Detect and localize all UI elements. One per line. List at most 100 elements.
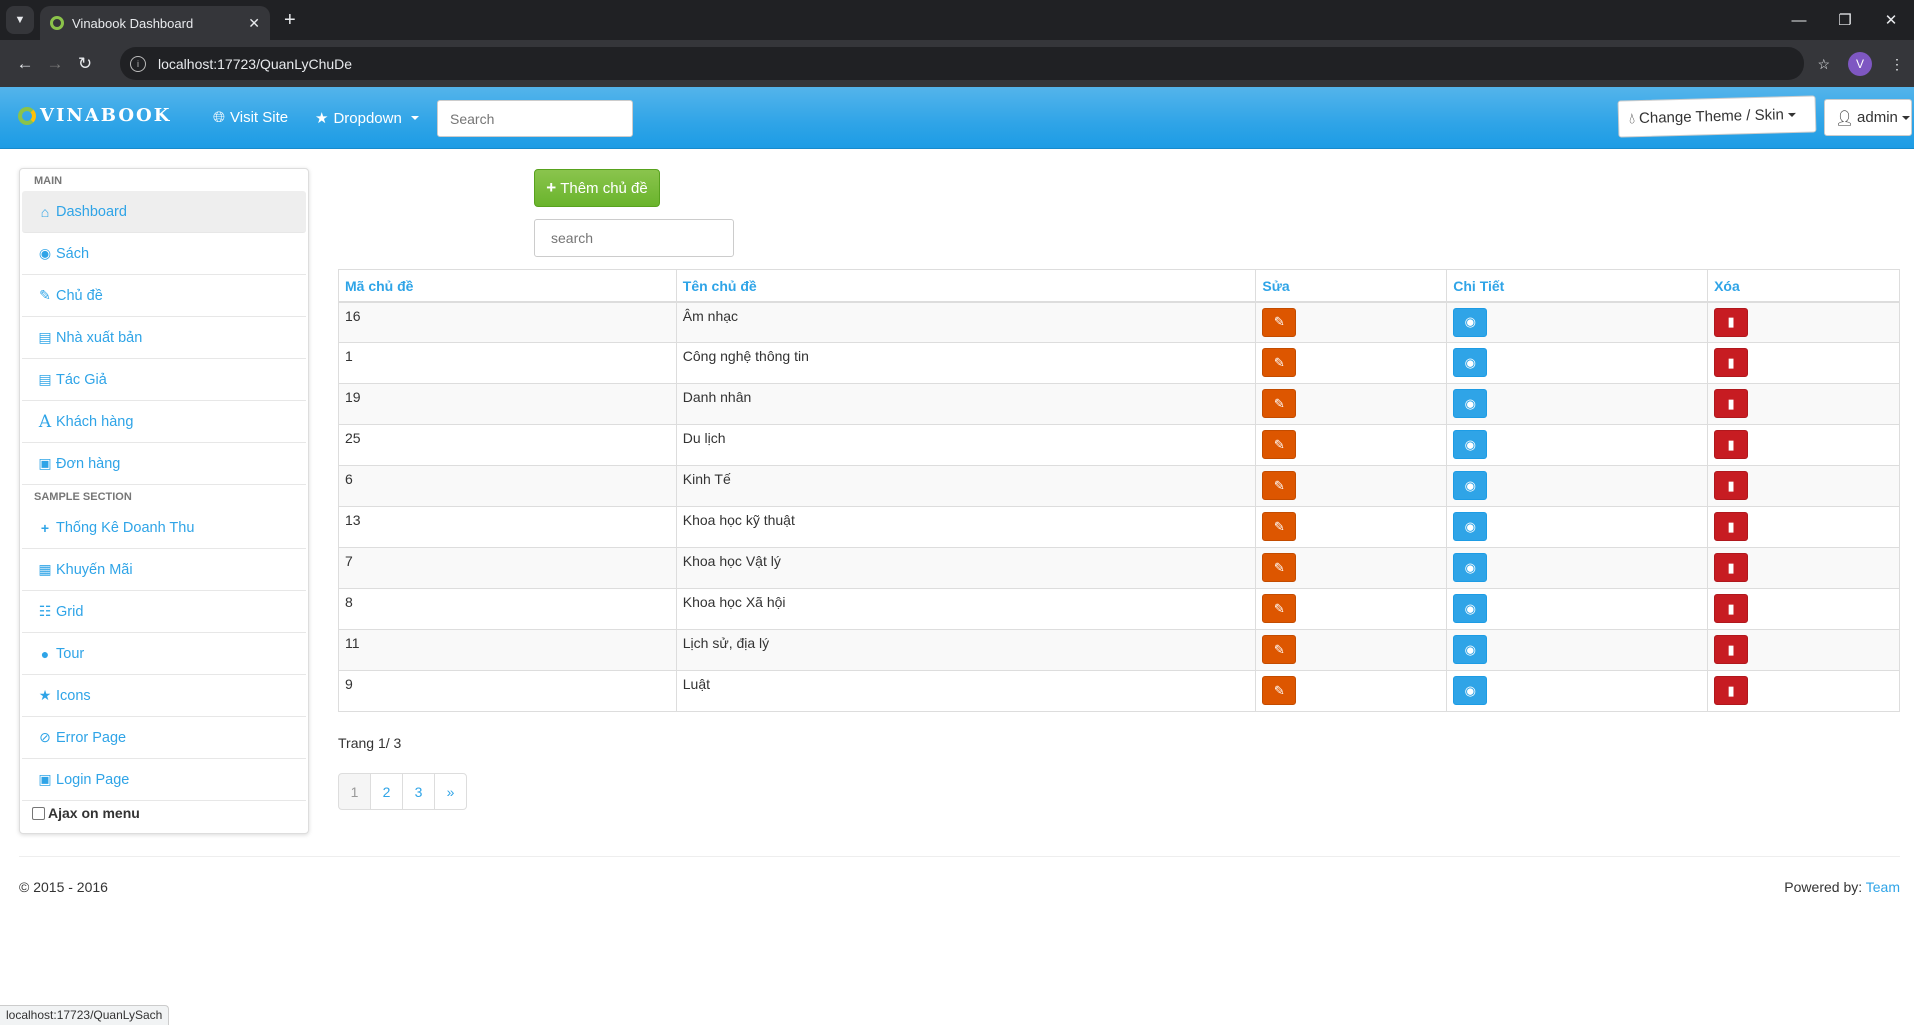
sidebar-item-khach-hang[interactable]: A Khách hàng [22,401,306,443]
add-topic-button[interactable]: + Thêm chủ đề [534,169,660,207]
delete-button[interactable]: ▮ [1714,307,1749,337]
cell-delete: ▮ [1707,547,1900,589]
browser-tab[interactable]: Vinabook Dashboard ✕ [40,6,270,40]
sidebar-item-icons[interactable]: ★ Icons [22,675,306,717]
cell-edit: ✎ [1255,465,1448,507]
delete-button[interactable]: ▮ [1714,471,1749,500]
page-link-next[interactable]: » [434,773,467,810]
cell-name: Du lịch [675,424,1257,466]
browser-menu-icon[interactable]: ⋮ [1890,56,1904,73]
delete-button[interactable]: ▮ [1714,676,1749,705]
forward-icon[interactable]: → [40,54,70,74]
delete-button[interactable]: ▮ [1714,635,1749,664]
bookmark-star-icon[interactable]: ☆ [1817,56,1830,73]
edit-button[interactable]: ✎ [1262,430,1297,459]
eye-icon: ◉ [38,245,52,261]
edit-button[interactable]: ✎ [1262,553,1297,582]
sidebar-item-tac-gia[interactable]: ▤ Tác Giả [22,359,306,401]
ajax-menu-toggle[interactable]: Ajax on menu [20,801,308,825]
col-header-detail: Chi Tiết [1446,269,1709,303]
delete-button[interactable]: ▮ [1714,348,1749,377]
site-info-icon[interactable]: i [130,55,146,72]
sidebar-item-label: Thống Kê Doanh Thu [56,519,195,536]
browser-status-bar: localhost:17723/QuanLySach [0,1005,170,1025]
ajax-checkbox[interactable] [32,806,45,820]
tab-search-button[interactable]: ▼ [6,6,34,34]
view-details-button[interactable]: ◉ [1453,348,1488,377]
sidebar-item-khuyen-mai[interactable]: ▦ Khuyến Mãi [22,549,306,591]
pencil-icon: ✎ [1273,682,1285,698]
back-icon[interactable]: ← [10,54,40,74]
sidebar-item-thong-ke[interactable]: + Thống Kê Doanh Thu [22,507,306,549]
globe-icon: 🌐︎ [213,109,226,126]
page-link-2[interactable]: 2 [370,773,403,810]
sidebar-header-sample: SAMPLE SECTION [34,491,132,503]
view-details-button[interactable]: ◉ [1453,389,1488,418]
brand-logo[interactable]: VINABOOK [18,105,171,126]
sidebar-item-grid[interactable]: ☷ Grid [22,591,306,633]
reload-icon[interactable]: ↻ [70,54,100,74]
sidebar-item-nha-xuat-ban[interactable]: ▤ Nhà xuất bản [22,317,306,359]
delete-button[interactable]: ▮ [1714,594,1749,623]
delete-button[interactable]: ▮ [1714,553,1749,582]
trash-icon: ▮ [1727,314,1735,329]
edit-button[interactable]: ✎ [1262,471,1297,500]
edit-button[interactable]: ✎ [1262,512,1297,541]
dropdown-menu[interactable]: ★ Dropdown [315,109,419,127]
restore-icon[interactable]: ❐ [1822,0,1868,40]
sidebar-item-login-page[interactable]: ▣ Login Page [22,759,306,801]
delete-button[interactable]: ▮ [1714,512,1749,541]
navbar-search-input[interactable] [437,100,633,137]
eye-icon: ◉ [1464,436,1476,452]
col-header-name[interactable]: Tên chủ đề [675,269,1257,303]
view-details-button[interactable]: ◉ [1453,635,1488,664]
team-link[interactable]: Team [1866,879,1900,895]
cell-detail: ◉ [1446,424,1709,466]
view-details-button[interactable]: ◉ [1453,553,1488,582]
eye-icon: ◉ [1464,477,1476,493]
visit-site-label: Visit Site [230,109,289,126]
delete-button[interactable]: ▮ [1714,389,1749,418]
col-header-id[interactable]: Mã chủ đề [338,269,677,303]
cell-edit: ✎ [1255,383,1448,425]
edit-button[interactable]: ✎ [1262,348,1297,377]
sidebar-item-tour[interactable]: ● Tour [22,633,306,675]
sidebar-item-chu-de[interactable]: ✎ Chủ đề [22,275,306,317]
view-details-button[interactable]: ◉ [1453,430,1488,459]
url-input[interactable]: i localhost:17723/QuanLyChuDe [120,47,1804,80]
profile-avatar[interactable]: V [1848,52,1872,76]
favicon-icon [50,16,64,30]
page-link-3[interactable]: 3 [402,773,435,810]
edit-button[interactable]: ✎ [1262,389,1297,418]
trash-icon: ▮ [1727,559,1735,575]
page-link-1[interactable]: 1 [338,773,371,810]
new-tab-icon[interactable]: + [284,9,296,32]
user-label: admin [1857,109,1898,126]
change-theme-button[interactable]: 💧︎ Change Theme / Skin [1617,95,1817,138]
cell-name: Kinh Tế [675,465,1257,507]
sidebar-item-don-hang[interactable]: ▣ Đơn hàng [22,443,306,485]
tab-close-icon[interactable]: ✕ [248,15,260,32]
table-search-input[interactable] [534,219,734,257]
cell-delete: ▮ [1707,465,1900,507]
sidebar-item-dashboard[interactable]: ⌂ Dashboard [22,191,306,233]
sidebar-item-error-page[interactable]: ⊘ Error Page [22,717,306,759]
edit-button[interactable]: ✎ [1262,594,1297,623]
edit-button[interactable]: ✎ [1262,307,1297,337]
view-details-button[interactable]: ◉ [1453,471,1488,500]
visit-site-link[interactable]: 🌐︎ Visit Site [213,109,288,126]
minimize-icon[interactable]: — [1776,0,1822,40]
edit-button[interactable]: ✎ [1262,676,1297,705]
sidebar-item-label: Dashboard [56,203,127,220]
view-details-button[interactable]: ◉ [1453,594,1488,623]
delete-button[interactable]: ▮ [1714,430,1749,459]
close-window-icon[interactable]: ✕ [1868,0,1914,40]
view-details-button[interactable]: ◉ [1453,512,1488,541]
eye-icon: ◉ [1464,518,1476,534]
user-menu-button[interactable]: 👤︎ admin [1824,99,1912,136]
view-details-button[interactable]: ◉ [1453,307,1488,337]
view-details-button[interactable]: ◉ [1453,676,1488,705]
sidebar-item-sach[interactable]: ◉ Sách [22,233,306,275]
plus-icon: + [40,519,50,536]
edit-button[interactable]: ✎ [1262,635,1297,664]
